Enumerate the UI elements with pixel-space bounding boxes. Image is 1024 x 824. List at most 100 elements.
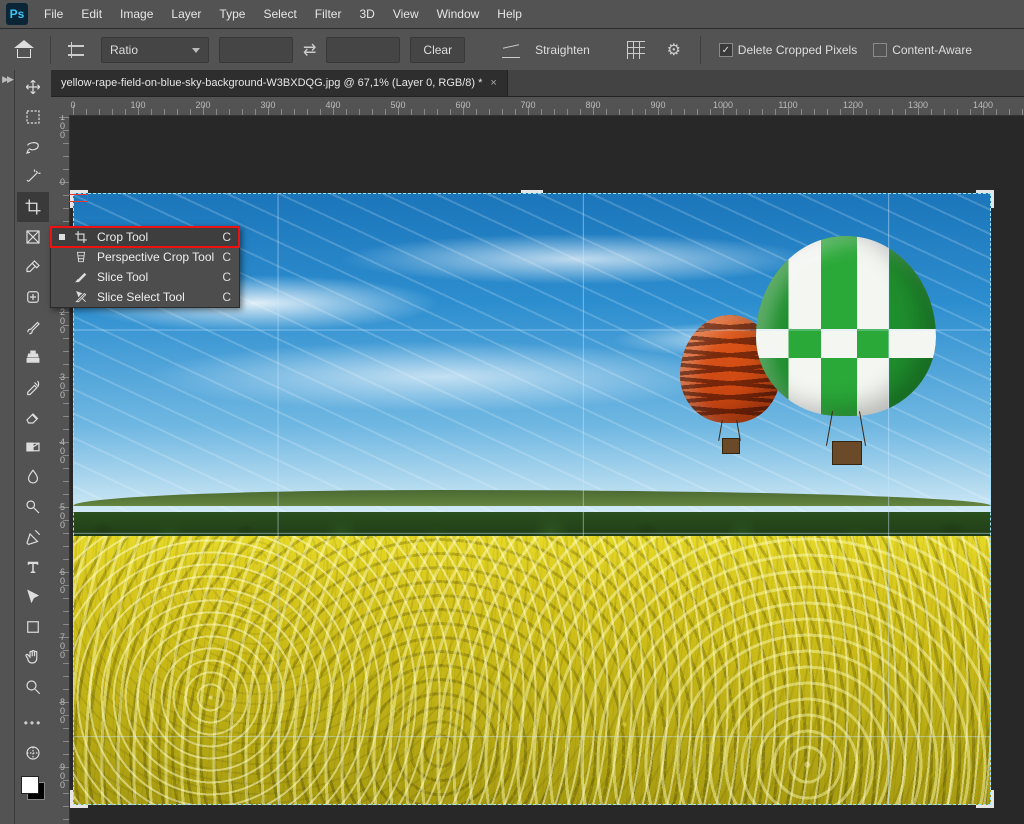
perspective-crop-icon xyxy=(73,249,89,265)
document-tab-title: yellow-rape-field-on-blue-sky-background… xyxy=(61,77,482,89)
path-selection-tool[interactable] xyxy=(17,582,49,612)
clear-button[interactable]: Clear xyxy=(410,37,465,63)
history-brush-tool[interactable] xyxy=(17,372,49,402)
flyout-shortcut: C xyxy=(222,270,231,284)
crop-tool[interactable] xyxy=(17,192,49,222)
overlay-grid-button[interactable] xyxy=(622,36,650,64)
zoom-tool[interactable] xyxy=(17,672,49,702)
home-button[interactable] xyxy=(10,36,38,64)
aspect-ratio-dropdown[interactable]: Ratio xyxy=(101,37,209,63)
frame-tool[interactable] xyxy=(17,222,49,252)
flyout-label: Perspective Crop Tool xyxy=(97,250,214,264)
slice-icon xyxy=(73,269,89,285)
crop-width-input[interactable] xyxy=(219,37,293,63)
tool-preset-button[interactable] xyxy=(63,36,91,64)
swap-dimensions-button[interactable]: ⇄ xyxy=(303,40,316,60)
flyout-label: Crop Tool xyxy=(97,230,214,244)
balloon-green xyxy=(756,236,936,486)
dodge-tool[interactable] xyxy=(17,492,49,522)
gradient-tool[interactable] xyxy=(17,432,49,462)
brush-tool[interactable] xyxy=(17,312,49,342)
home-icon xyxy=(15,42,33,58)
options-bar: Ratio ⇄ Clear Straighten ⚙ Delete Croppe… xyxy=(0,29,1024,72)
content-aware-checkbox[interactable]: Content-Aware xyxy=(873,43,972,57)
menu-image[interactable]: Image xyxy=(120,7,153,21)
menu-select[interactable]: Select xyxy=(263,7,296,21)
gear-icon: ⚙ xyxy=(667,40,681,60)
flyout-item-slice-tool[interactable]: Slice Tool C xyxy=(51,267,239,287)
expand-icon: ▶▶ xyxy=(2,74,12,85)
crop-tool-flyout: Crop Tool C Perspective Crop Tool C Slic… xyxy=(50,226,240,308)
menu-file[interactable]: File xyxy=(44,7,63,21)
horizontal-ruler[interactable]: 0100200300400500600700800900100011001200… xyxy=(69,97,1024,116)
app-logo: Ps xyxy=(6,3,28,25)
menu-edit[interactable]: Edit xyxy=(81,7,102,21)
menu-help[interactable]: Help xyxy=(497,7,522,21)
grid-icon xyxy=(627,41,645,59)
slice-select-icon xyxy=(73,289,89,305)
more-tools[interactable]: ••• xyxy=(17,708,49,738)
magic-wand-tool[interactable] xyxy=(17,162,49,192)
menu-type[interactable]: Type xyxy=(219,7,245,21)
foreground-swatch xyxy=(21,776,39,794)
shape-tool[interactable] xyxy=(17,612,49,642)
hand-tool[interactable] xyxy=(17,642,49,672)
toolbox: ••• xyxy=(15,70,51,824)
flyout-shortcut: C xyxy=(222,230,231,244)
canvas-wrap: 0100200300400500600700800900100011001200… xyxy=(51,97,1024,824)
delete-cropped-checkbox[interactable]: Delete Cropped Pixels xyxy=(719,43,857,57)
document-tab-bar: yellow-rape-field-on-blue-sky-background… xyxy=(51,70,1024,97)
crop-icon xyxy=(73,229,89,245)
flyout-item-slice-select[interactable]: Slice Select Tool C xyxy=(51,287,239,307)
panel-collapse-strip[interactable]: ▶▶ xyxy=(0,70,15,824)
canvas-stage[interactable] xyxy=(69,115,1024,824)
crop-options-button[interactable]: ⚙ xyxy=(660,36,688,64)
menu-bar: Ps File Edit Image Layer Type Select Fil… xyxy=(0,0,1024,29)
flyout-label: Slice Tool xyxy=(97,270,214,284)
document-tab[interactable]: yellow-rape-field-on-blue-sky-background… xyxy=(51,70,508,96)
flyout-item-perspective-crop[interactable]: Perspective Crop Tool C xyxy=(51,247,239,267)
separator xyxy=(700,36,701,64)
aspect-ratio-label: Ratio xyxy=(110,43,138,57)
separator xyxy=(50,36,51,64)
edit-toolbar[interactable] xyxy=(17,738,49,768)
vertical-ruler[interactable]: 10001002003004005006007008009001000 xyxy=(51,115,70,824)
clone-stamp-tool[interactable] xyxy=(17,342,49,372)
pen-tool[interactable] xyxy=(17,522,49,552)
eraser-tool[interactable] xyxy=(17,402,49,432)
crop-height-input[interactable] xyxy=(326,37,400,63)
flyout-label: Slice Select Tool xyxy=(97,290,214,304)
straighten-label: Straighten xyxy=(535,43,590,57)
menu-view[interactable]: View xyxy=(393,7,419,21)
chevron-down-icon xyxy=(192,48,200,53)
checkbox-checked-icon xyxy=(719,43,733,57)
checkbox-unchecked-icon xyxy=(873,43,887,57)
lasso-tool[interactable] xyxy=(17,132,49,162)
type-tool[interactable] xyxy=(17,552,49,582)
menu-filter[interactable]: Filter xyxy=(315,7,342,21)
close-tab-button[interactable]: × xyxy=(490,77,496,89)
flyout-shortcut: C xyxy=(222,250,231,264)
delete-cropped-label: Delete Cropped Pixels xyxy=(738,43,857,57)
content-aware-label: Content-Aware xyxy=(892,43,972,57)
clear-label: Clear xyxy=(423,43,452,57)
blur-tool[interactable] xyxy=(17,462,49,492)
ellipsis-icon: ••• xyxy=(24,716,43,730)
level-icon xyxy=(502,43,520,58)
marquee-tool[interactable] xyxy=(17,102,49,132)
crop-icon xyxy=(68,42,84,58)
eyedropper-tool[interactable] xyxy=(17,252,49,282)
color-swatches[interactable] xyxy=(21,776,45,800)
move-tool[interactable] xyxy=(17,72,49,102)
menu-layer[interactable]: Layer xyxy=(171,7,201,21)
straighten-button[interactable] xyxy=(497,36,525,64)
document-area: yellow-rape-field-on-blue-sky-background… xyxy=(51,70,1024,824)
active-dot-icon xyxy=(59,234,65,240)
workspace: ▶▶ ••• yellow-rape-f xyxy=(0,70,1024,824)
flyout-item-crop-tool[interactable]: Crop Tool C xyxy=(51,227,239,247)
menu-3d[interactable]: 3D xyxy=(359,7,374,21)
healing-brush-tool[interactable] xyxy=(17,282,49,312)
flyout-shortcut: C xyxy=(222,290,231,304)
ruler-corner xyxy=(51,97,70,116)
menu-window[interactable]: Window xyxy=(437,7,480,21)
